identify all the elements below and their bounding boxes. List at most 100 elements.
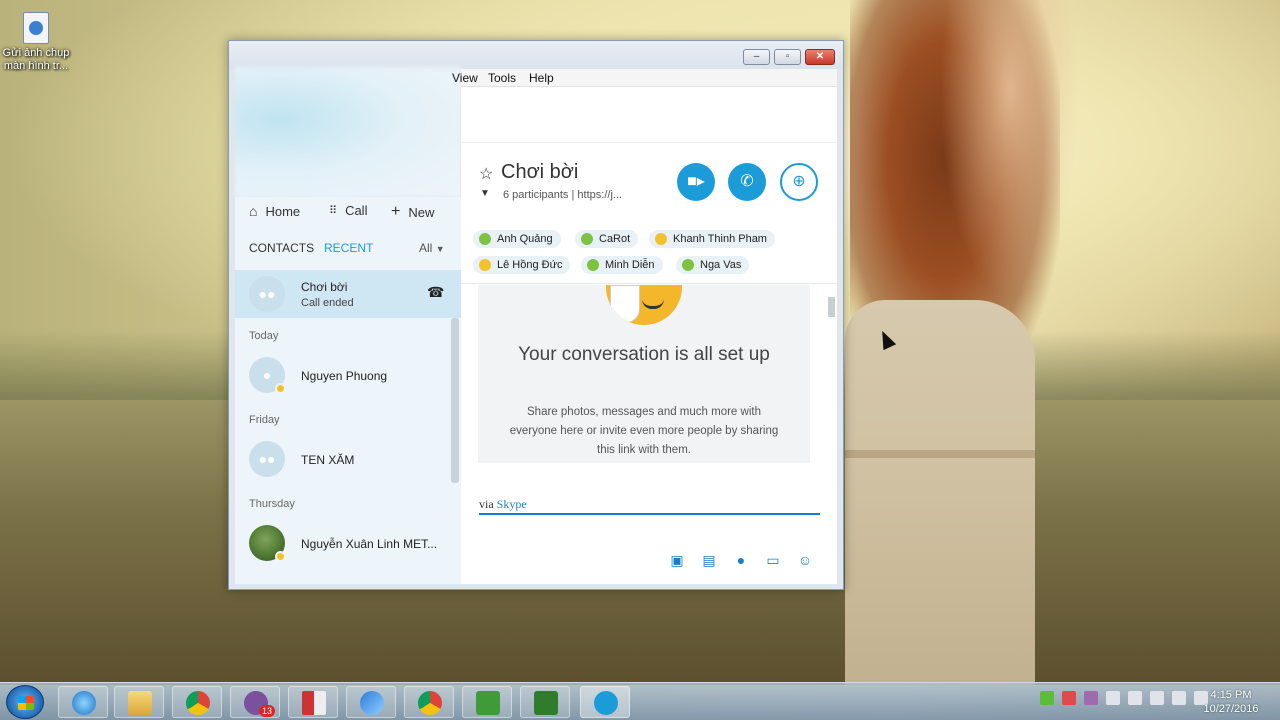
tab-contacts[interactable]: CONTACTS xyxy=(249,241,314,255)
smile-icon xyxy=(642,299,664,309)
participant-chip[interactable]: Anh Quảng xyxy=(473,230,561,248)
via-line: via Skype xyxy=(479,497,527,512)
section-thursday: Thursday xyxy=(249,498,295,510)
skype-icon xyxy=(594,691,618,715)
nav-new[interactable]: + New xyxy=(391,203,434,221)
chat-scrollbar[interactable] xyxy=(828,297,835,317)
taskbar-camtasia[interactable] xyxy=(462,686,512,718)
contact-name: Nguyen Phuong xyxy=(301,369,388,383)
via-prefix: via xyxy=(479,497,494,511)
dialpad-icon: ⠿ xyxy=(329,205,338,217)
skype-window: – ▫ ✕ View Tools Help ⌂ Home ⠿ Call + Ne… xyxy=(228,40,844,590)
send-file-icon[interactable]: ▤ xyxy=(700,551,718,569)
filter-dropdown[interactable]: All ▼ xyxy=(419,241,445,255)
menu-bar: View Tools Help xyxy=(452,69,837,87)
tray-network-icon[interactable] xyxy=(1128,691,1142,705)
phone-icon: ✆ xyxy=(740,173,754,190)
video-camera-icon: ■▸ xyxy=(687,173,705,190)
video-call-button[interactable]: ■▸ xyxy=(677,163,715,201)
participant-chip[interactable]: Lê Hồng Đức xyxy=(473,256,571,274)
contact-name: TEN XĂM xyxy=(301,453,355,467)
tray-monitor-icon[interactable] xyxy=(1150,691,1164,705)
call-ended-icon: ☎ xyxy=(427,284,445,300)
chat-top-area xyxy=(461,87,837,143)
taskbar-camtasia-2[interactable] xyxy=(520,686,570,718)
participant-chip[interactable]: Khanh Thinh Pham xyxy=(649,230,775,248)
nav-call[interactable]: ⠿ Call xyxy=(329,203,367,218)
participant-chip[interactable]: Minh Diễn xyxy=(581,256,663,274)
taskbar-viber[interactable]: 13 xyxy=(230,686,280,718)
via-skype-link[interactable]: Skype xyxy=(497,497,527,511)
participants-count[interactable]: 6 participants xyxy=(503,189,568,201)
taskbar-feather[interactable] xyxy=(346,686,396,718)
start-button[interactable] xyxy=(6,685,44,719)
viber-badge: 13 xyxy=(259,705,276,717)
emoticon-icon[interactable]: ☺ xyxy=(796,551,814,569)
nav-home[interactable]: ⌂ Home xyxy=(249,203,300,219)
camtasia-icon xyxy=(476,691,500,715)
section-today: Today xyxy=(249,330,279,342)
tab-recent[interactable]: RECENT xyxy=(324,241,373,255)
menu-view[interactable]: View xyxy=(452,71,478,85)
wave-emoji-icon xyxy=(606,285,682,325)
group-avatar: ●● xyxy=(249,276,285,312)
conversation-link[interactable]: https://j... xyxy=(577,189,622,201)
home-icon: ⌂ xyxy=(249,203,258,219)
tray-power-icon[interactable] xyxy=(1172,691,1186,705)
chat-pane: ☆ Chơi bời ▼ 6 participants | https://j.… xyxy=(461,87,837,584)
contact-item[interactable]: ●● TEN XĂM xyxy=(235,437,451,481)
audio-call-button[interactable]: ✆ xyxy=(728,163,766,201)
chevron-down-icon[interactable]: ▼ xyxy=(480,188,490,199)
system-tray xyxy=(1040,691,1208,705)
conversation-subtitle: 6 participants | https://j... xyxy=(503,189,622,201)
header-divider xyxy=(461,283,837,284)
star-icon[interactable]: ☆ xyxy=(479,164,493,184)
taskbar-chrome[interactable] xyxy=(172,686,222,718)
taskbar: 13 4:15 PM 10/27/2016 xyxy=(0,682,1280,720)
contact-item[interactable]: Nguyễn Xuân Linh MET... xyxy=(235,521,451,565)
tray-flag-icon[interactable] xyxy=(1106,691,1120,705)
wallpaper-woman-dress xyxy=(845,300,1035,685)
minimize-button[interactable]: – xyxy=(743,49,770,65)
active-item-status: Call ended xyxy=(301,297,354,309)
taskbar-chrome-2[interactable] xyxy=(404,686,454,718)
tray-viber-icon[interactable] xyxy=(1084,691,1098,705)
taskbar-ie[interactable] xyxy=(58,686,108,718)
tray-v-icon[interactable] xyxy=(1062,691,1076,705)
clock-date: 10/27/2016 xyxy=(1203,703,1259,715)
card-body: Share photos, messages and much more wit… xyxy=(509,406,779,456)
tray-shield-icon[interactable] xyxy=(1040,691,1054,705)
folder-icon xyxy=(128,691,152,715)
taskbar-explorer[interactable] xyxy=(114,686,164,718)
desktop-shortcut[interactable]: Gửi ảnh chụp màn hình tr... xyxy=(0,12,72,73)
send-image-icon[interactable]: ▣ xyxy=(668,551,686,569)
sidebar: ⌂ Home ⠿ Call + New CONTACTS RECENT All … xyxy=(235,197,461,584)
add-person-icon: ⊕ xyxy=(792,173,806,190)
recent-item-active[interactable]: ●● Chơi bời Call ended ☎ xyxy=(235,270,461,318)
plus-icon: + xyxy=(391,203,401,220)
group-icon: ●● xyxy=(258,451,276,467)
send-contact-icon[interactable]: ▭ xyxy=(764,551,782,569)
away-status-icon xyxy=(275,551,286,562)
video-message-icon[interactable]: ● xyxy=(732,551,750,569)
message-input[interactable] xyxy=(479,513,820,515)
add-participant-button[interactable]: ⊕ xyxy=(780,163,818,201)
taskbar-clock[interactable]: 4:15 PM 10/27/2016 xyxy=(1200,688,1262,716)
participant-chip[interactable]: CaRot xyxy=(575,230,639,248)
profile-area-blurred xyxy=(235,67,461,197)
close-button[interactable]: ✕ xyxy=(805,49,835,65)
internet-explorer-icon xyxy=(72,691,96,715)
menu-help[interactable]: Help xyxy=(529,71,554,85)
group-icon: ●● xyxy=(258,286,276,302)
taskbar-app[interactable] xyxy=(288,686,338,718)
nav-new-label: New xyxy=(408,204,435,220)
desktop-shortcut-label: Gửi ảnh chụp màn hình tr... xyxy=(2,47,70,72)
participant-chip[interactable]: Nga Vas xyxy=(676,256,750,274)
contact-item[interactable]: ● Nguyen Phuong xyxy=(235,353,451,397)
app-grid-icon xyxy=(302,691,326,715)
taskbar-skype[interactable] xyxy=(580,686,630,718)
maximize-button[interactable]: ▫ xyxy=(774,49,801,65)
document-icon xyxy=(23,12,49,44)
sidebar-scrollbar[interactable] xyxy=(451,318,459,483)
menu-tools[interactable]: Tools xyxy=(488,71,516,85)
